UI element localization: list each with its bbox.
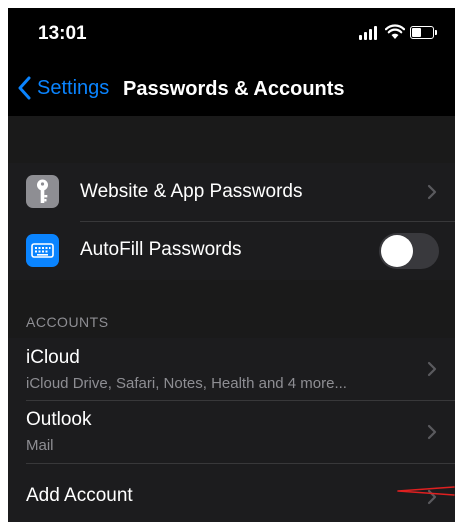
phone-screen: 13:01 Settings Passwords & Accounts Webs… [8,8,455,522]
annotation-arrow [397,486,455,496]
key-icon [26,175,59,208]
account-row-outlook[interactable]: Outlook Mail [8,401,455,463]
section-header-accounts: ACCOUNTS [26,314,109,330]
add-account-label: Add Account [26,485,133,506]
status-bar: 13:01 [8,8,455,60]
toggle-knob [381,235,413,267]
keyboard-icon [26,234,59,267]
row-label: Website & App Passwords [80,181,303,202]
autofill-toggle[interactable] [379,233,439,269]
wifi-icon [385,24,405,39]
account-row-icloud[interactable]: iCloud iCloud Drive, Safari, Notes, Heal… [8,338,455,400]
section-spacer [8,280,455,344]
account-subtitle: iCloud Drive, Safari, Notes, Health and … [26,375,347,392]
section-spacer [8,116,455,163]
accounts-group: iCloud iCloud Drive, Safari, Notes, Heal… [8,338,455,522]
chevron-right-icon [427,424,437,440]
page-title: Passwords & Accounts [123,78,345,100]
row-autofill-passwords: AutoFill Passwords [8,222,455,280]
cellular-signal-icon [359,26,379,40]
chevron-left-icon [18,76,31,100]
back-button[interactable]: Settings [18,76,109,100]
back-button-label: Settings [37,76,110,99]
chevron-right-icon [427,361,437,377]
account-subtitle: Mail [26,437,54,454]
account-title: Outlook [26,409,92,430]
add-account-row[interactable]: Add Account [8,464,455,522]
navigation-bar: Settings Passwords & Accounts [8,68,455,112]
battery-icon [410,26,437,39]
row-label: AutoFill Passwords [80,239,242,260]
account-title: iCloud [26,347,80,368]
passwords-group: Website & App Passwords AutoFill Passwor… [8,163,455,280]
chevron-right-icon [427,184,437,200]
status-time: 13:01 [38,23,87,44]
row-website-app-passwords[interactable]: Website & App Passwords [8,163,455,221]
